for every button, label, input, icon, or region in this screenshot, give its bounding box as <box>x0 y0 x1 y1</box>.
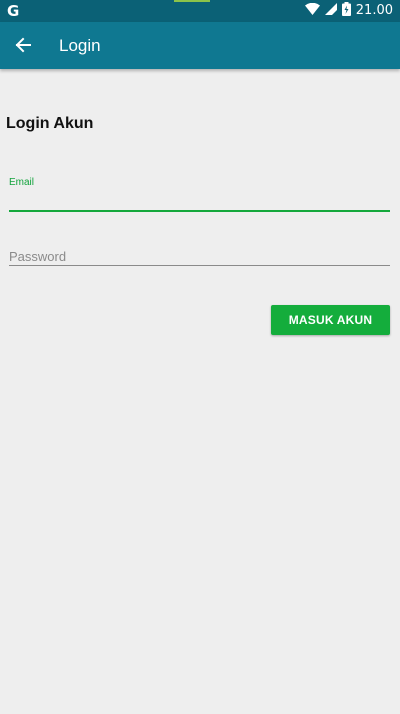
form-heading: Login Akun <box>6 115 94 132</box>
status-indicator <box>174 0 210 2</box>
wifi-icon <box>304 2 320 20</box>
password-field-wrapper <box>9 248 390 266</box>
email-field[interactable] <box>9 188 390 212</box>
arrow-left-icon[interactable] <box>12 34 34 56</box>
google-g-icon: G <box>7 2 20 20</box>
status-time: 21.00 <box>355 3 393 18</box>
email-field-wrapper: Email <box>9 177 390 212</box>
battery-icon <box>341 1 351 21</box>
email-label: Email <box>9 177 35 188</box>
app-bar: Login <box>0 22 400 69</box>
password-field[interactable] <box>9 248 390 266</box>
page-title: Login <box>59 36 101 55</box>
status-icons: 21.00 <box>304 0 393 22</box>
login-button[interactable]: MASUK AKUN <box>271 305 390 335</box>
status-bar: G 21.00 <box>0 0 400 22</box>
signal-icon <box>324 2 337 20</box>
